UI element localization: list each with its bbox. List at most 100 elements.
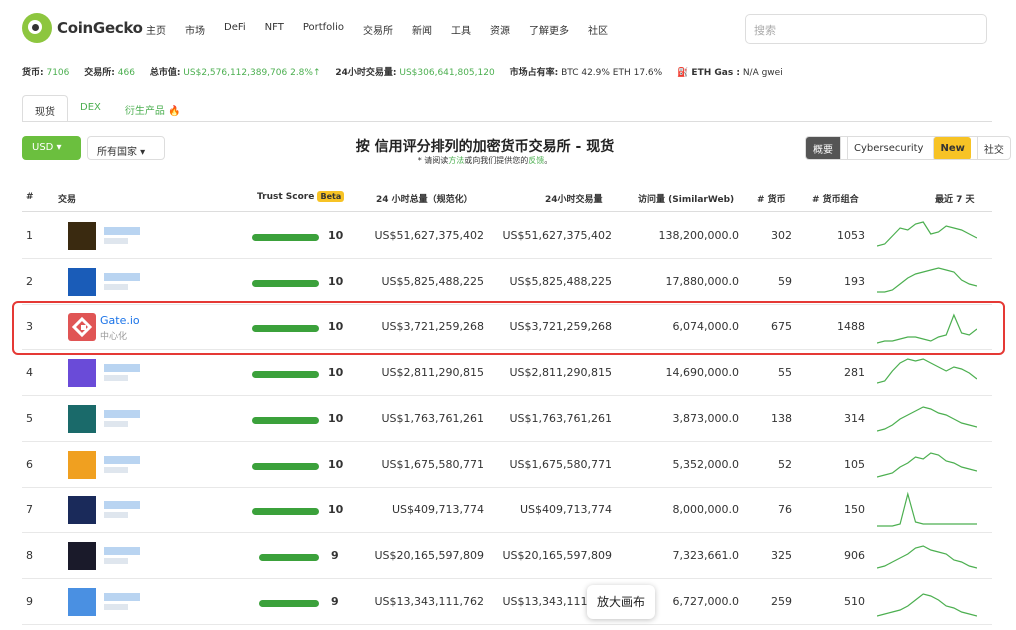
rank-cell: 2 (26, 274, 33, 288)
nav-home[interactable]: 主页 (146, 22, 166, 37)
volume-cell: US$2,811,290,815 (509, 366, 612, 380)
exchanges-count[interactable]: 466 (118, 68, 135, 78)
table-row[interactable]: 2 10 US$5,825,488,225 US$5,825,488,225 17,88… (22, 259, 992, 305)
table-row[interactable]: 4 10 US$2,811,290,815 US$2,811,290,815 14,69… (22, 350, 992, 397)
visits-cell: 6,727,000.0 (672, 594, 739, 608)
top-navbar: CoinGecko 主页 市场 DeFi NFT Portfolio 交易所 新… (0, 0, 1016, 60)
col-coins[interactable]: # 货币 (757, 192, 786, 205)
tab-derivatives[interactable]: 衍生产品 🔥 (113, 95, 193, 122)
trust-score-bar (259, 553, 319, 561)
sparkline-7d (877, 406, 977, 432)
redacted-exchange-name[interactable] (104, 501, 140, 510)
table-row[interactable]: 1 10 US$51,627,375,402 US$51,627,375,402 138… (22, 213, 992, 259)
exchange-logo[interactable] (68, 496, 96, 525)
redacted-exchange-name[interactable] (104, 409, 140, 418)
redacted-exchange-name[interactable] (104, 592, 140, 601)
nav-resources[interactable]: 资源 (490, 22, 510, 37)
table-row[interactable]: 6 10 US$1,675,580,771 US$1,675,580,771 5,352… (22, 442, 992, 488)
visits-cell: 8,000,000.0 (672, 503, 739, 517)
redacted-exchange-name[interactable] (104, 455, 140, 464)
nav-tools[interactable]: 工具 (451, 22, 471, 37)
table-row[interactable]: 5 10 US$1,763,761,261 US$1,763,761,261 3,873… (22, 396, 992, 442)
nav-exchanges[interactable]: 交易所 (363, 22, 393, 37)
redacted-exchange-name[interactable] (104, 227, 140, 235)
coins-cell: 138 (771, 411, 792, 425)
zoom-canvas-tooltip: 放大画布 (587, 585, 655, 619)
table-row[interactable]: 7 10 US$409,713,774 US$409,713,774 8,000,000… (22, 487, 992, 534)
currency-dropdown[interactable]: USD ▾ (22, 136, 81, 160)
gecko-icon (22, 13, 52, 43)
view-overview[interactable]: 概要 (806, 137, 840, 159)
nav-community[interactable]: 社区 (588, 22, 608, 37)
col-last-7-days[interactable]: 最近 7 天 (935, 192, 975, 205)
col-rank[interactable]: # (26, 192, 34, 202)
beta-badge: Beta (317, 191, 345, 202)
nav-learn-more[interactable]: 了解更多 (529, 22, 569, 37)
volume-normalized-cell: US$51,627,375,402 (374, 229, 484, 242)
pairs-cell: 314 (844, 411, 865, 425)
country-dropdown[interactable]: 所有国家 ▾ (87, 136, 165, 160)
volume-normalized-cell: US$13,343,111,762 (374, 594, 484, 608)
volume-cell: US$5,825,488,225 (509, 274, 612, 288)
volume-cell: US$20,165,597,809 (502, 548, 612, 562)
sparkline-path (877, 406, 977, 432)
trust-score-value: 10 (328, 229, 344, 242)
col-exchange[interactable]: 交易 (58, 192, 76, 205)
redacted-exchange-name[interactable] (104, 272, 140, 281)
pairs-cell: 1053 (837, 229, 865, 242)
redacted-exchange-sub (104, 420, 128, 427)
exchange-logo[interactable] (68, 359, 96, 388)
exchange-logo[interactable] (68, 267, 96, 296)
col-pairs[interactable]: # 货币组合 (812, 192, 859, 205)
nav-portfolio[interactable]: Portfolio (303, 22, 344, 37)
global-stats-bar: 货币: 7106 交易所: 466 总市值: US$2,576,112,389,… (0, 62, 1016, 84)
volume-cell: US$1,675,580,771 (509, 457, 612, 471)
market-cap-value[interactable]: US$2,576,112,389,706 (183, 68, 287, 78)
methodology-link[interactable]: 方法 (448, 156, 464, 165)
rank-cell: 8 (26, 548, 33, 562)
table-row[interactable]: 9 9 US$13,343,111,762 US$13,343,111,762 6,72… (22, 579, 992, 625)
col-trust-score[interactable]: Trust Score Beta (257, 191, 345, 202)
sparkline-7d (877, 358, 977, 384)
coins-count[interactable]: 7106 (46, 68, 69, 78)
nav-news[interactable]: 新闻 (412, 22, 432, 37)
nav-nft[interactable]: NFT (265, 22, 284, 37)
nav-defi[interactable]: DeFi (224, 22, 246, 37)
search-input[interactable]: 搜索 (745, 14, 987, 44)
rank-cell: 5 (26, 411, 33, 425)
sparkline-7d (877, 267, 977, 293)
tab-spot[interactable]: 现货 (22, 95, 68, 122)
subtitle-text-a: * 请阅读 (417, 156, 449, 165)
col-volume[interactable]: 24小时交易量 (545, 192, 603, 205)
col-trust-label: Trust Score (257, 192, 315, 202)
trust-score-value: 10 (328, 411, 344, 425)
volume-value[interactable]: US$306,641,805,120 (399, 68, 494, 78)
market-cap-change: 2.8%↑ (290, 68, 321, 78)
tab-dex[interactable]: DEX (68, 95, 113, 122)
trust-score-value: 10 (328, 503, 344, 517)
table-header: # 交易 Trust Score Beta 24 小时总量（规范化） 24小时交… (22, 186, 992, 212)
exchange-logo[interactable] (68, 450, 96, 479)
redacted-exchange-name[interactable] (104, 546, 140, 555)
visits-cell: 14,690,000.0 (665, 366, 739, 380)
view-cybersecurity[interactable]: Cybersecurity New (840, 137, 977, 159)
sparkline-path (877, 358, 977, 384)
view-social[interactable]: 社交 (976, 137, 1010, 159)
coingecko-logo[interactable]: CoinGecko (22, 13, 143, 43)
col-visits[interactable]: 访问量 (SimilarWeb) (638, 192, 734, 205)
visits-cell: 7,323,661.0 (672, 548, 739, 562)
market-tabs: 现货 DEX 衍生产品 🔥 (22, 95, 193, 122)
sparkline-7d (877, 545, 977, 569)
table-row[interactable]: 8 9 US$20,165,597,809 US$20,165,597,809 7,32… (22, 533, 992, 579)
trust-score-bar (252, 462, 319, 470)
volume-normalized-cell: US$5,825,488,225 (381, 274, 484, 288)
redacted-exchange-name[interactable] (104, 364, 140, 373)
feedback-link[interactable]: 反馈 (528, 156, 544, 165)
nav-markets[interactable]: 市场 (185, 22, 205, 37)
exchange-logo[interactable] (68, 222, 96, 250)
pairs-cell: 510 (844, 594, 865, 608)
exchange-logo[interactable] (68, 541, 96, 570)
exchange-logo[interactable] (68, 587, 96, 616)
exchange-logo[interactable] (68, 404, 96, 433)
col-volume-normalized[interactable]: 24 小时总量（规范化） (376, 192, 473, 205)
